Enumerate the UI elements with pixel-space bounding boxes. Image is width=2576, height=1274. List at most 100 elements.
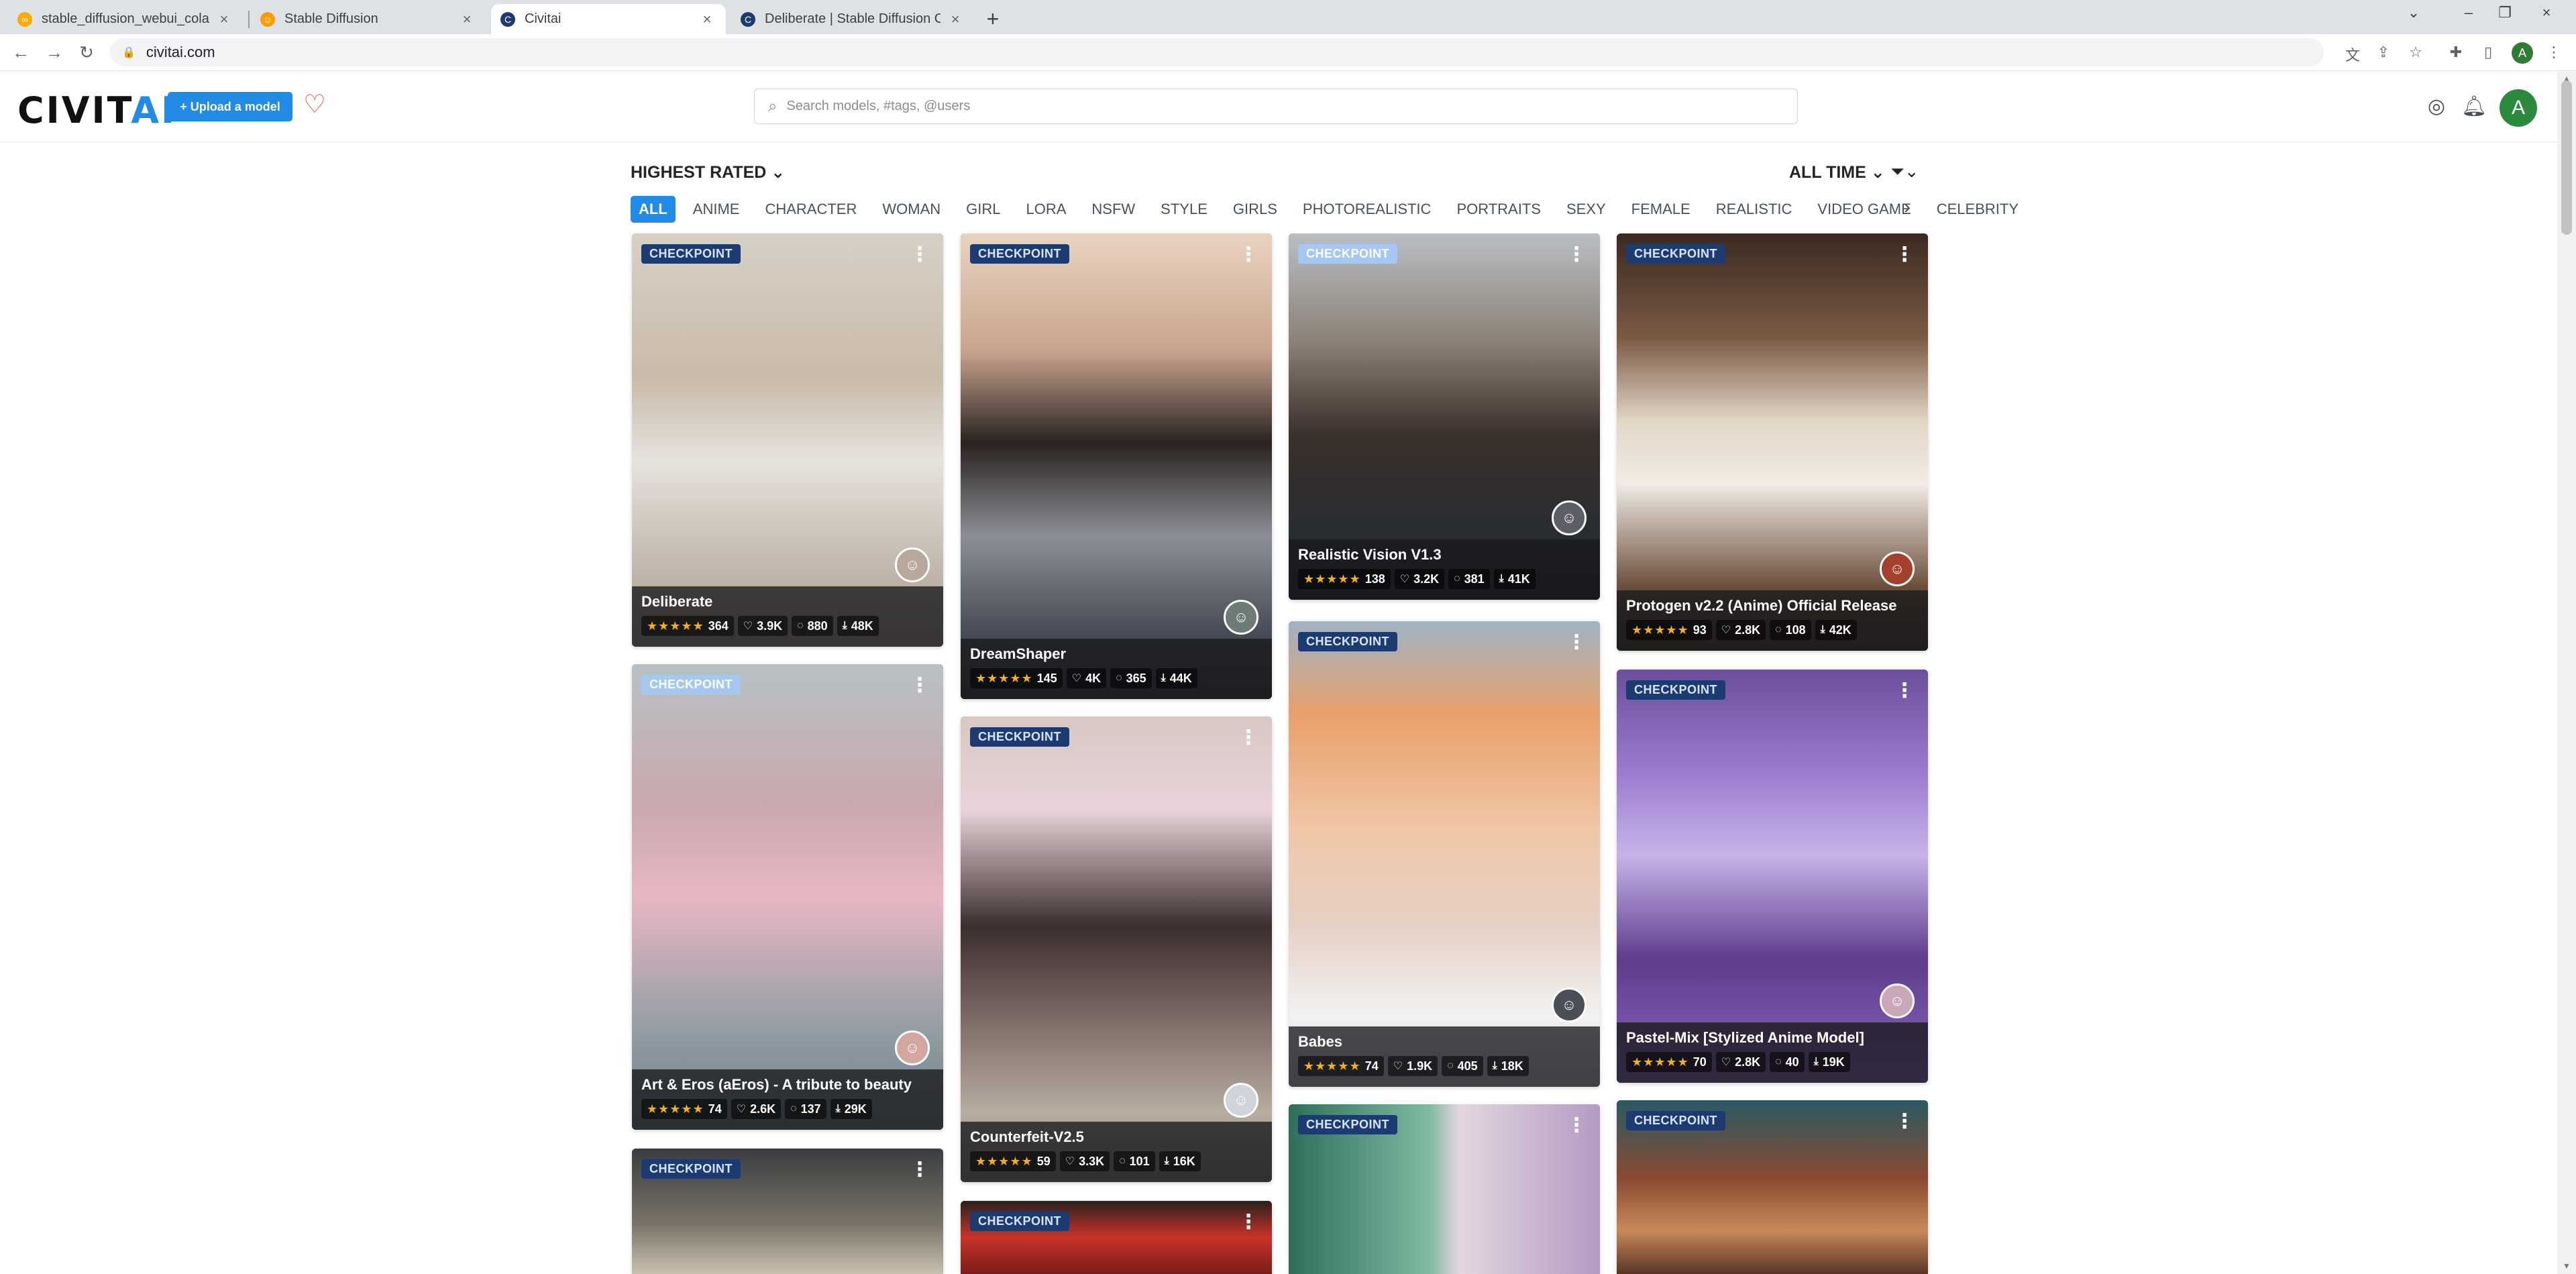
tag-character[interactable]: CHARACTER	[757, 196, 865, 223]
forward-icon[interactable]: →	[43, 42, 66, 63]
browser-tab-deliberate[interactable]: C Deliberate | Stable Diffusion C ×	[731, 4, 974, 34]
tag-lora[interactable]: LORA	[1018, 196, 1074, 223]
model-card-dreamshaper[interactable]: CHECKPOINT ⋮ ☺ DreamShaper ★★★★★ 145 ♡ 4K …	[961, 233, 1272, 699]
more-options-icon[interactable]: ⋮	[1566, 631, 1587, 654]
creator-avatar[interactable]: ☺	[895, 1030, 930, 1065]
tag-sexy[interactable]: SEXY	[1558, 196, 1614, 223]
more-options-icon[interactable]: ⋮	[1894, 243, 1915, 266]
model-card-partial[interactable]: CHECKPOINT ⋮	[1617, 1100, 1928, 1274]
browser-tab-civitai[interactable]: C Civitai ×	[491, 4, 726, 34]
scrollbar-thumb[interactable]	[2561, 81, 2572, 235]
creator-avatar[interactable]: ☺	[1224, 1083, 1258, 1118]
more-options-icon[interactable]: ⋮	[1894, 1110, 1915, 1133]
tag-photorealistic[interactable]: PHOTOREALISTIC	[1295, 196, 1440, 223]
tag-female[interactable]: FEMALE	[1623, 196, 1699, 223]
close-icon[interactable]: ×	[458, 11, 476, 28]
period-dropdown[interactable]: ALL TIME ⌄	[1789, 162, 1885, 182]
side-panel-icon[interactable]: ▯	[2477, 44, 2500, 61]
search-placeholder: Search models, #tags, @users	[786, 99, 971, 113]
more-options-icon[interactable]: ⋮	[1566, 1114, 1587, 1137]
bell-icon[interactable]: 🔔︎	[2461, 95, 2487, 118]
creator-avatar[interactable]: ☺	[895, 547, 930, 582]
model-preview-image[interactable]	[1617, 670, 1928, 1083]
extensions-icon[interactable]: ✚	[2445, 44, 2467, 61]
window-close-icon[interactable]: ×	[2533, 4, 2560, 21]
civitai-logo[interactable]: CIVITAI	[17, 89, 176, 131]
heart-icon: ♡	[743, 621, 753, 632]
back-icon[interactable]: ←	[9, 42, 32, 63]
model-preview-image[interactable]	[632, 233, 943, 647]
model-card-deliberate[interactable]: CHECKPOINT ⋮ ☺ Deliberate ★★★★★ 364 ♡ 3.9K…	[632, 233, 943, 647]
chevron-right-icon[interactable]: ›	[1904, 196, 1911, 219]
tag-girls[interactable]: GIRLS	[1225, 196, 1285, 223]
share-icon[interactable]: ⇪	[2372, 44, 2395, 61]
search-input[interactable]: ⌕ Search models, #tags, @users	[754, 89, 1798, 124]
tag-woman[interactable]: WOMAN	[874, 196, 949, 223]
address-bar[interactable]: 🔒 civitai.com	[110, 38, 2324, 66]
reload-icon[interactable]: ↻	[75, 42, 98, 63]
page-scrollbar[interactable]	[2557, 72, 2576, 1274]
rating-pill: ★★★★★ 145	[970, 668, 1063, 688]
tag-celebrity[interactable]: CELEBRITY	[1929, 196, 2027, 223]
model-card-pastel-mix[interactable]: CHECKPOINT ⋮ ☺ Pastel-Mix [Stylized Anim…	[1617, 670, 1928, 1083]
more-options-icon[interactable]: ⋮	[910, 243, 930, 266]
scroll-down-icon[interactable]: ▼	[2557, 1261, 2576, 1271]
creator-avatar[interactable]: ☺	[1552, 500, 1587, 535]
model-card-protogen[interactable]: CHECKPOINT ⋮ ☺ Protogen v2.2 (Anime) Off…	[1617, 233, 1928, 651]
more-options-icon[interactable]: ⋮	[1894, 679, 1915, 702]
upload-model-button[interactable]: + Upload a model	[168, 92, 292, 121]
model-card-counterfeit[interactable]: CHECKPOINT ⋮ ☺ Counterfeit-V2.5 ★★★★★ 59 …	[961, 716, 1272, 1182]
model-preview-image[interactable]	[1617, 233, 1928, 651]
model-preview-image[interactable]	[1289, 621, 1600, 1087]
close-icon[interactable]: ×	[698, 11, 716, 28]
more-options-icon[interactable]: ⋮	[1566, 243, 1587, 266]
translate-icon[interactable]: 文	[2341, 44, 2364, 65]
more-options-icon[interactable]: ⋮	[1238, 726, 1258, 749]
sort-dropdown[interactable]: HIGHEST RATED ⌄	[631, 162, 785, 182]
creator-avatar[interactable]: ☺	[1552, 988, 1587, 1022]
model-name: DreamShaper	[970, 645, 1067, 662]
heart-icon[interactable]: ♡	[303, 89, 326, 119]
model-preview-image[interactable]	[632, 664, 943, 1130]
close-icon[interactable]: ×	[215, 11, 233, 28]
model-preview-image[interactable]	[961, 716, 1272, 1182]
tag-anime[interactable]: ANIME	[685, 196, 748, 223]
creator-avatar[interactable]: ☺	[1224, 600, 1258, 635]
tag-video-game[interactable]: VIDEO GAME	[1809, 196, 1919, 223]
bookmark-star-icon[interactable]: ☆	[2404, 44, 2427, 61]
more-options-icon[interactable]: ⋮	[910, 1158, 930, 1181]
tab-search-icon[interactable]: ⌄	[2400, 4, 2427, 21]
restore-icon[interactable]: ❐	[2491, 4, 2518, 21]
creator-avatar[interactable]: ☺	[1880, 984, 1915, 1018]
model-card-partial[interactable]: CHECKPOINT ⋮	[632, 1149, 943, 1274]
close-icon[interactable]: ×	[946, 11, 965, 28]
tag-nsfw[interactable]: NSFW	[1083, 196, 1143, 223]
tag-portraits[interactable]: PORTRAITS	[1448, 196, 1549, 223]
more-options-icon[interactable]: ⋮	[1238, 1210, 1258, 1234]
model-card-realistic-vision[interactable]: CHECKPOINT ⋮ ☺ Realistic Vision V1.3 ★★★…	[1289, 233, 1600, 600]
hf-icon: ☺	[260, 11, 275, 27]
tag-realistic[interactable]: REALISTIC	[1708, 196, 1801, 223]
browser-profile-avatar[interactable]: A	[2512, 42, 2533, 64]
creator-avatar[interactable]: ☺	[1880, 551, 1915, 586]
site-header: CIVITAI + Upload a model ♡ ⌕ Search mode…	[0, 72, 2557, 142]
tag-girl[interactable]: GIRL	[958, 196, 1008, 223]
model-preview-image[interactable]	[961, 233, 1272, 699]
browser-tab-colab[interactable]: ∞ stable_diffusion_webui_colab.i ×	[8, 4, 243, 34]
model-card-babes[interactable]: CHECKPOINT ⋮ ☺ Babes ★★★★★ 74 ♡ 1.9K ◌ 405 …	[1289, 621, 1600, 1087]
tag-style[interactable]: STYLE	[1152, 196, 1216, 223]
civitai-icon: C	[500, 11, 515, 27]
eye-off-icon[interactable]: ◎	[2423, 95, 2450, 118]
minimize-icon[interactable]: –	[2455, 4, 2482, 21]
more-options-icon[interactable]: ⋮	[1238, 243, 1258, 266]
browser-menu-icon[interactable]: ⋮	[2542, 44, 2565, 61]
tag-all[interactable]: ALL	[631, 196, 676, 223]
browser-tab-stable-diffusion[interactable]: ☺ Stable Diffusion ×	[251, 4, 486, 34]
model-card-art-eros[interactable]: CHECKPOINT ⋮ ☺ Art & Eros (aEros) - A tr…	[632, 664, 943, 1130]
new-tab-icon[interactable]: +	[981, 7, 1005, 32]
user-avatar[interactable]: A	[2500, 89, 2537, 127]
more-options-icon[interactable]: ⋮	[910, 674, 930, 697]
model-card-partial[interactable]: CHECKPOINT ⋮	[961, 1201, 1272, 1274]
filter-icon[interactable]: ⏷⌄	[1890, 161, 1919, 182]
model-card-partial[interactable]: CHECKPOINT ⋮	[1289, 1104, 1600, 1274]
